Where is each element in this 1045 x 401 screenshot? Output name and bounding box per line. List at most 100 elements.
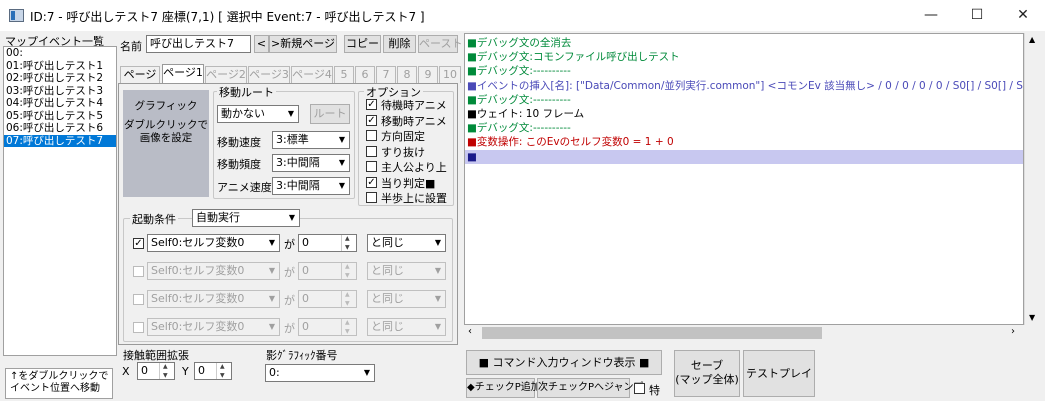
trigger-variable-select[interactable]: Self0:セルフ変数0 ▼: [147, 290, 280, 308]
trigger-compare-select[interactable]: と同じ ▼: [367, 290, 446, 308]
trigger-checkbox[interactable]: [133, 294, 144, 305]
tab-page-7[interactable]: 7: [376, 66, 396, 83]
trigger-compare-select[interactable]: と同じ ▼: [367, 262, 446, 280]
script-line[interactable]: ■デバッグ文:コモンファイル呼び出しテスト: [465, 50, 1023, 64]
option-label: 半歩上に設置: [381, 192, 447, 205]
close-button[interactable]: ✕: [1000, 0, 1045, 31]
paste-button[interactable]: ペースト: [418, 35, 462, 53]
script-line[interactable]: ■デバッグ文:----------: [465, 121, 1023, 135]
tab-page-2[interactable]: ページ2: [205, 66, 247, 83]
tab-page-5[interactable]: 5: [334, 66, 354, 83]
event-name-input[interactable]: 呼び出しテスト7: [146, 35, 251, 53]
contact-y-input[interactable]: 0: [194, 362, 232, 380]
scroll-right-icon[interactable]: ›: [1011, 326, 1015, 337]
command-window-button[interactable]: ■ コマンド入力ウィンドウ表示 ■: [466, 350, 662, 375]
event-list-item[interactable]: 07:呼び出しテスト7: [4, 134, 116, 147]
option-checkbox[interactable]: ✓: [366, 176, 377, 188]
trigger-value-input[interactable]: 0: [298, 290, 357, 308]
scroll-left-icon[interactable]: ‹: [468, 326, 472, 337]
contact-x-input[interactable]: 0: [137, 362, 175, 380]
event-script-list[interactable]: ■デバッグ文の全消去 ■デバッグ文:コモンファイル呼び出しテスト ■デバッグ文:--…: [464, 33, 1024, 325]
graphic-label: グラフィック: [134, 100, 198, 112]
spin-icon[interactable]: [216, 363, 231, 379]
trigger-compare-select[interactable]: と同じ ▼: [367, 318, 446, 336]
script-line[interactable]: ■変数操作: このEvのセルフ変数0 = 1 + 0: [465, 135, 1023, 149]
trigger-value-input[interactable]: 0: [298, 318, 357, 336]
event-list-item[interactable]: 02:呼び出しテスト2: [4, 72, 116, 85]
option-checkbox[interactable]: ✓: [366, 99, 377, 110]
trigger-value-input[interactable]: 0: [298, 262, 357, 280]
option-checkbox[interactable]: [366, 192, 377, 203]
spin-icon[interactable]: [341, 235, 356, 251]
chevron-down-icon: ▼: [338, 158, 346, 167]
move-type-select[interactable]: 動かない ▼: [217, 105, 299, 123]
special-checkbox[interactable]: [634, 383, 645, 394]
tab-page-4[interactable]: ページ4: [291, 66, 333, 83]
copy-button[interactable]: コピー: [344, 35, 381, 53]
check-point-add-button[interactable]: ◆チェックP追加: [466, 378, 541, 398]
spin-icon[interactable]: [341, 263, 356, 279]
trigger-mode-select[interactable]: 自動実行 ▼: [192, 209, 300, 227]
event-list-item[interactable]: 04:呼び出しテスト4: [4, 97, 116, 110]
scroll-up-icon[interactable]: ▲: [1029, 35, 1035, 44]
event-list[interactable]: 00: 01:呼び出しテスト1 02:呼び出しテスト2 03:呼び出しテスト3 04:呼…: [3, 46, 117, 356]
option-checkbox[interactable]: ✓: [366, 114, 377, 126]
trigger-variable-select[interactable]: Self0:セルフ変数0 ▼: [147, 262, 280, 280]
script-horizontal-scrollbar[interactable]: ‹ ›: [464, 325, 1024, 342]
option-checkbox[interactable]: [366, 130, 377, 141]
move-freq-select[interactable]: 3:中間隔 ▼: [272, 154, 350, 172]
trigger-compare-select[interactable]: と同じ ▼: [367, 234, 446, 252]
event-list-item[interactable]: 00:: [4, 47, 116, 60]
scroll-thumb[interactable]: [482, 327, 822, 339]
event-list-item[interactable]: 01:呼び出しテスト1: [4, 60, 116, 73]
script-line[interactable]: ■デバッグ文:----------: [465, 93, 1023, 107]
maximize-button[interactable]: ☐: [954, 0, 1000, 31]
shadow-select[interactable]: 0: ▼: [265, 364, 375, 382]
trigger-compare-value: と同じ: [371, 292, 404, 305]
check-point-jump-button[interactable]: 次チェックPへジャンプ: [537, 378, 643, 398]
testplay-button[interactable]: テストプレイ: [743, 350, 815, 397]
spin-icon[interactable]: [341, 291, 356, 307]
script-line[interactable]: ■ウェイト: 10 フレーム: [465, 107, 1023, 121]
move-speed-select[interactable]: 3:標準 ▼: [272, 131, 350, 149]
scroll-down-icon[interactable]: ▼: [1029, 313, 1035, 322]
delete-button[interactable]: 削除: [383, 35, 416, 53]
contact-y-value: 0: [198, 364, 205, 377]
event-list-item[interactable]: 06:呼び出しテスト6: [4, 122, 116, 135]
tab-page-3[interactable]: ページ3: [248, 66, 290, 83]
trigger-checkbox[interactable]: [133, 322, 144, 333]
trigger-value-input[interactable]: 0: [298, 234, 357, 252]
chevron-down-icon: ▼: [338, 135, 346, 144]
trigger-checkbox[interactable]: ✓: [133, 238, 144, 249]
tab-page-9[interactable]: 9: [418, 66, 438, 83]
new-page-button[interactable]: >新規ページ: [269, 35, 337, 53]
window-title: ID:7 - 呼び出しテスト7 座標(7,1) [ 選択中 Event:7 - …: [30, 10, 425, 24]
event-list-item[interactable]: 05:呼び出しテスト5: [4, 110, 116, 123]
graphic-box[interactable]: グラフィック ダブルクリックで 画像を設定: [123, 90, 209, 197]
trigger-value: 0: [302, 320, 309, 333]
trigger-variable-select[interactable]: Self0:セルフ変数0 ▼: [147, 234, 280, 252]
trigger-variable-select[interactable]: Self0:セルフ変数0 ▼: [147, 318, 280, 336]
prev-page-button[interactable]: <: [254, 35, 269, 53]
option-checkbox[interactable]: [366, 145, 377, 157]
tab-page-6[interactable]: 6: [355, 66, 375, 83]
script-line[interactable]: ■イベントの挿入[名]: ["Data/Common/並列実行.common"]…: [465, 79, 1023, 93]
script-line[interactable]: ■デバッグ文:----------: [465, 64, 1023, 78]
spin-icon[interactable]: [159, 363, 174, 379]
tab-page-1[interactable]: ページ1: [162, 64, 204, 84]
save-button[interactable]: セーブ (マップ全体): [674, 350, 740, 397]
contact-x-label: X: [122, 365, 130, 378]
script-line[interactable]: ■: [465, 149, 1023, 164]
trigger-checkbox[interactable]: [133, 266, 144, 277]
option-checkbox[interactable]: [366, 161, 377, 172]
tab-page-8[interactable]: 8: [397, 66, 417, 83]
tab-page-10[interactable]: 10: [439, 66, 461, 83]
minimize-button[interactable]: —: [908, 0, 954, 31]
anim-speed-select[interactable]: 3:中間隔 ▼: [272, 177, 350, 195]
spin-icon[interactable]: [341, 319, 356, 335]
event-list-item[interactable]: 03:呼び出しテスト3: [4, 85, 116, 98]
trigger-ga-label: が: [284, 266, 295, 279]
script-line[interactable]: ■デバッグ文の全消去: [465, 36, 1023, 50]
route-button[interactable]: ルート: [310, 104, 350, 124]
script-vertical-scrollbar[interactable]: ▲ ▼: [1024, 33, 1042, 325]
